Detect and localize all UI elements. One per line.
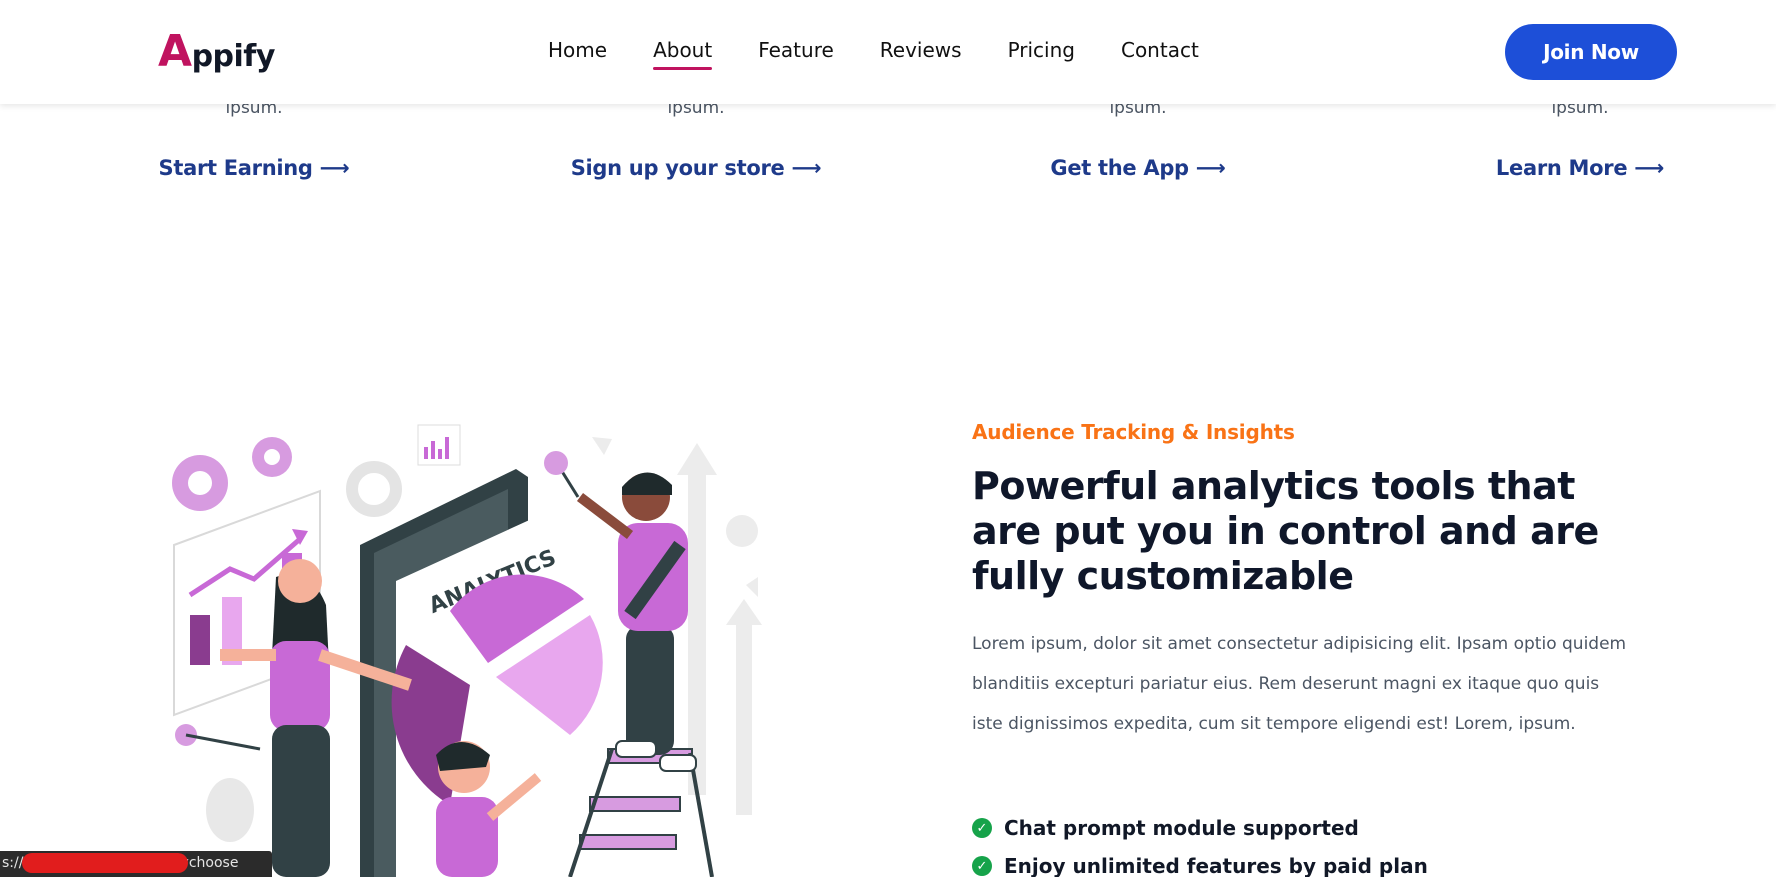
section-paragraph: Lorem ipsum, dolor sit amet consectetur … xyxy=(972,634,1627,734)
brand-logo[interactable]: Appify xyxy=(158,26,275,77)
nav-reviews[interactable]: Reviews xyxy=(880,38,962,66)
nav-home[interactable]: Home xyxy=(548,38,607,66)
nav-pricing[interactable]: Pricing xyxy=(1008,38,1075,66)
analytics-illustration-svg: ANALYTICS xyxy=(172,424,762,877)
nav-feature[interactable]: Feature xyxy=(758,38,834,66)
card-start-earning: ipsum. Start Earning ⟶ xyxy=(104,98,404,180)
navbar: Appify Home About Feature Reviews Pricin… xyxy=(0,0,1776,104)
check-circle-icon: ✓ xyxy=(972,818,992,838)
feature-label: Enjoy unlimited features by paid plan xyxy=(1004,854,1428,877)
feature-item: ✓ Chat prompt module supported xyxy=(972,816,1428,840)
nav-about[interactable]: About xyxy=(653,38,713,70)
feature-item: ✓ Enjoy unlimited features by paid plan xyxy=(972,854,1428,877)
feature-list: ✓ Chat prompt module supported ✓ Enjoy u… xyxy=(972,816,1428,877)
brand-logo-initial: A xyxy=(158,26,192,77)
get-app-link[interactable]: Get the App ⟶ xyxy=(1050,156,1226,180)
analytics-illustration: ANALYTICS xyxy=(160,405,780,877)
sign-up-store-link[interactable]: Sign up your store ⟶ xyxy=(571,156,822,180)
card-learn-more: ipsum. Learn More ⟶ xyxy=(1430,98,1730,180)
section-eyebrow: Audience Tracking & Insights xyxy=(972,420,1295,444)
section-headline: Powerful analytics tools that are put yo… xyxy=(972,464,1599,598)
learn-more-link[interactable]: Learn More ⟶ xyxy=(1496,156,1664,180)
card-sign-up-store: ipsum. Sign up your store ⟶ xyxy=(546,98,846,180)
redaction-mark xyxy=(22,853,188,873)
brand-logo-rest: ppify xyxy=(191,39,276,74)
nav-contact[interactable]: Contact xyxy=(1121,38,1199,66)
feature-label: Chat prompt module supported xyxy=(1004,816,1359,840)
join-now-button[interactable]: Join Now xyxy=(1505,24,1677,80)
start-earning-link[interactable]: Start Earning ⟶ xyxy=(159,156,350,180)
card-get-app: ipsum. Get the App ⟶ xyxy=(988,98,1288,180)
check-circle-icon: ✓ xyxy=(972,856,992,876)
main-nav: Home About Feature Reviews Pricing Conta… xyxy=(548,38,1245,70)
